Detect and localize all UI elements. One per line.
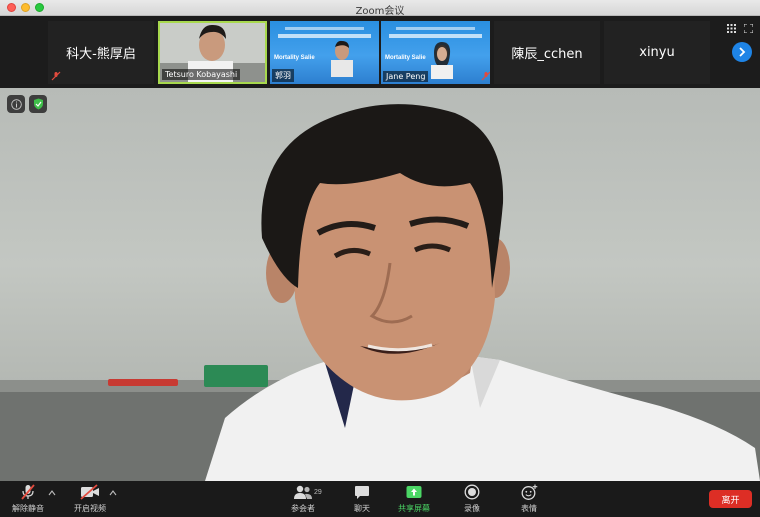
start-video-button[interactable]: 开启视频: [74, 483, 106, 514]
participant-name: Jane Peng: [383, 71, 429, 82]
reactions-label: 表情: [521, 504, 537, 513]
participant-name: xinyu: [639, 45, 675, 60]
participant-name: 郭羽: [272, 69, 294, 82]
chat-label: 聊天: [354, 504, 370, 513]
participant-video: [331, 40, 353, 77]
share-screen-icon: [406, 486, 422, 498]
speaker-video-frame: [205, 104, 760, 481]
participant-tile[interactable]: xinyu: [604, 21, 710, 84]
meeting-info-button[interactable]: [7, 95, 25, 113]
record-icon: [464, 484, 480, 500]
video-off-icon: [80, 484, 99, 500]
share-screen-label: 共享屏幕: [398, 504, 430, 513]
muted-mic-icon: [51, 71, 61, 81]
encryption-button[interactable]: [29, 95, 47, 113]
chat-button[interactable]: 聊天: [351, 483, 373, 514]
participant-tile[interactable]: 科大-熊厚启: [48, 21, 154, 84]
record-button[interactable]: 录像: [461, 483, 483, 514]
audio-options-chevron-up-icon[interactable]: [48, 489, 56, 497]
participant-tile[interactable]: Mortality Salie 郭羽: [270, 21, 379, 84]
muted-mic-icon: [481, 71, 490, 81]
participants-icon: [294, 485, 312, 499]
slide-title: Mortality Salie: [385, 55, 426, 61]
participants-count: 29: [314, 489, 322, 496]
emoji-add-icon: [521, 484, 537, 500]
window-titlebar: Zoom会议: [0, 0, 760, 17]
fullscreen-icon[interactable]: [744, 24, 753, 33]
next-page-button[interactable]: [732, 42, 752, 62]
unmute-button[interactable]: 解除静音: [12, 483, 44, 514]
participant-name: Tetsuro Kobayashi: [162, 69, 241, 80]
participant-name: 科大-熊厚启: [66, 47, 136, 62]
gallery-view-icon[interactable]: [727, 24, 736, 33]
main-video: [0, 88, 760, 481]
participant-tile-active[interactable]: Tetsuro Kobayashi: [158, 21, 267, 84]
window-title: Zoom会议: [355, 6, 405, 17]
info-icon: [10, 98, 22, 110]
slide-title: Mortality Salie: [274, 55, 315, 61]
video-options-chevron-up-icon[interactable]: [109, 489, 117, 497]
unmute-label: 解除静音: [12, 504, 44, 513]
chevron-right-icon: [739, 47, 746, 57]
participants-label: 参会者: [291, 504, 315, 513]
participant-tile[interactable]: Mortality Salie Jane Peng: [381, 21, 490, 84]
participant-tile[interactable]: 陳辰_cchen: [494, 21, 600, 84]
leave-meeting-button[interactable]: 离开: [709, 490, 752, 508]
muted-mic-icon: [21, 484, 35, 500]
chat-icon: [355, 485, 369, 499]
reactions-button[interactable]: 表情: [518, 483, 540, 514]
participants-button[interactable]: 参会者: [291, 483, 315, 514]
meeting-toolbar: 解除静音 开启视频 参会者 29 聊天 共享屏幕 录像 表情 离开: [0, 481, 760, 517]
share-screen-button[interactable]: 共享屏幕: [398, 483, 430, 514]
start-video-label: 开启视频: [74, 504, 106, 513]
record-label: 录像: [464, 504, 480, 513]
participant-video: [431, 42, 453, 79]
participant-strip: 科大-熊厚启 Tetsuro Kobayashi Mortality Salie…: [0, 16, 760, 88]
participant-name: 陳辰_cchen: [511, 47, 583, 62]
shield-check-icon: [33, 98, 43, 110]
